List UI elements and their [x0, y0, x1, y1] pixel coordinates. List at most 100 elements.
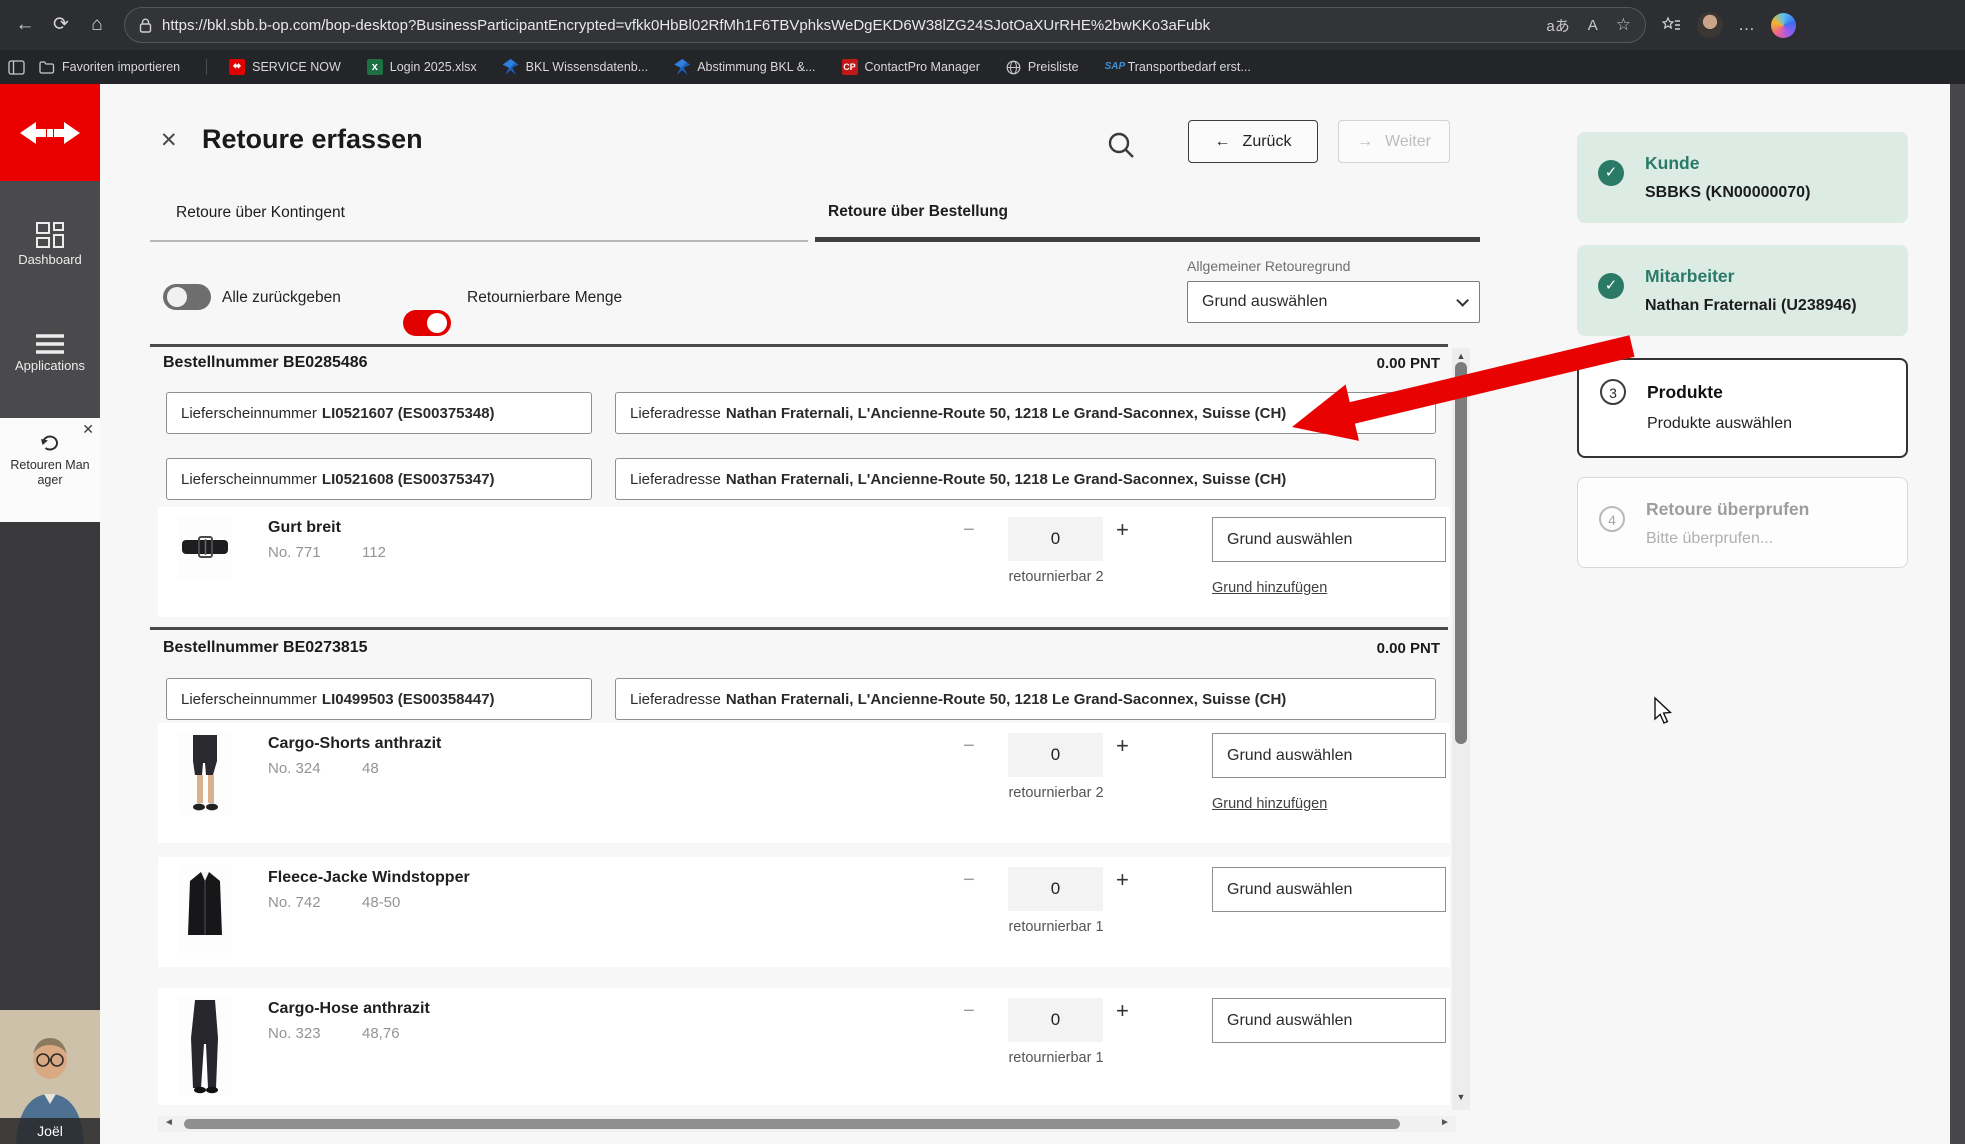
- increase-quantity-button[interactable]: +: [1116, 733, 1129, 759]
- decrease-quantity-button[interactable]: −: [963, 869, 975, 892]
- general-reason-select[interactable]: Grund auswählen: [1187, 281, 1480, 323]
- reason-select[interactable]: Grund auswählen: [1212, 517, 1446, 562]
- section-divider: [150, 344, 1448, 347]
- quantity-input[interactable]: 0: [1008, 998, 1103, 1042]
- close-dialog-icon[interactable]: ✕: [160, 128, 178, 153]
- add-reason-link[interactable]: Grund hinzufügen: [1212, 580, 1327, 596]
- product-title: Cargo-Hose anthrazit: [268, 1000, 430, 1017]
- sidebar-item-label: Dashboard: [18, 252, 82, 267]
- product-number: No. 742: [268, 894, 321, 911]
- quantity-input[interactable]: 0: [1008, 733, 1103, 777]
- delivery-address-button[interactable]: Lieferadresse Nathan Fraternali, L'Ancien…: [615, 458, 1436, 500]
- sidebar-menu: Dashboard Applications: [0, 181, 100, 418]
- scroll-right-icon[interactable]: ►: [1440, 1117, 1450, 1128]
- bookmark-service-now[interactable]: ⬌ SERVICE NOW: [229, 59, 341, 75]
- search-icon[interactable]: [1106, 130, 1136, 160]
- step-kunde[interactable]: ✓ Kunde SBBKS (KN00000070): [1577, 132, 1908, 223]
- increase-quantity-button[interactable]: +: [1116, 998, 1129, 1024]
- belt-product-image: [178, 515, 232, 579]
- decrease-quantity-button[interactable]: −: [963, 1000, 975, 1023]
- tab-panel-icon[interactable]: [8, 59, 25, 75]
- reason-select[interactable]: Grund auswählen: [1212, 867, 1446, 912]
- delivery-note-button[interactable]: Lieferscheinnummer LI0499503 (ES00358447): [166, 678, 592, 720]
- favorite-star-icon[interactable]: ☆: [1616, 15, 1631, 35]
- decrease-quantity-button[interactable]: −: [963, 735, 975, 758]
- reason-select[interactable]: Grund auswählen: [1212, 998, 1446, 1043]
- tab-retoure-bestellung[interactable]: Retoure über Bestellung: [828, 203, 1008, 221]
- sap-favicon: SAP: [1104, 61, 1126, 72]
- close-app-icon[interactable]: ✕: [82, 422, 94, 437]
- reason-select[interactable]: Grund auswählen: [1212, 733, 1446, 778]
- favorites-import-label: Favoriten importieren: [62, 60, 181, 74]
- horizontal-scrollbar[interactable]: ◄ ►: [158, 1116, 1456, 1132]
- address-bar[interactable]: https://bkl.sbb.b-op.com/bop-desktop?Bus…: [124, 7, 1646, 43]
- step-retoure-ueberprufen[interactable]: 4 Retoure überprufen Bitte überprufen...: [1577, 477, 1908, 568]
- toggle-retournierbare-menge[interactable]: [403, 310, 451, 336]
- retouren-label-line2: ager: [37, 473, 63, 487]
- bookmark-label: ContactPro Manager: [864, 60, 980, 74]
- delivery-note-label: Lieferscheinnummer: [181, 404, 317, 422]
- step-title: Produkte: [1647, 382, 1723, 402]
- quantity-input[interactable]: 0: [1008, 517, 1103, 561]
- step-mitarbeiter[interactable]: ✓ Mitarbeiter Nathan Fraternali (U238946…: [1577, 245, 1908, 336]
- user-name-label: Joël: [0, 1118, 100, 1144]
- bookmark-label: Abstimmung BKL &...: [697, 60, 816, 74]
- product-number: No. 324: [268, 760, 321, 777]
- bookmark-login-xlsx[interactable]: x Login 2025.xlsx: [366, 59, 477, 75]
- increase-quantity-button[interactable]: +: [1116, 517, 1129, 543]
- decrease-quantity-button[interactable]: −: [963, 519, 975, 542]
- lock-icon: [139, 18, 152, 33]
- add-reason-link[interactable]: Grund hinzufügen: [1212, 796, 1327, 812]
- home-icon[interactable]: ⌂: [82, 10, 112, 40]
- vertical-scrollbar[interactable]: ▲ ▼: [1452, 348, 1470, 1110]
- delivery-note-button[interactable]: Lieferscheinnummer LI0521608 (ES00375347): [166, 458, 592, 500]
- bookmark-preisliste[interactable]: Preisliste: [1006, 60, 1079, 75]
- return-icon: [41, 435, 58, 451]
- favorites-import-button[interactable]: Favoriten importieren: [39, 60, 180, 74]
- sidebar-item-applications[interactable]: Applications: [0, 333, 100, 373]
- bookmark-abstimmung-bkl[interactable]: Abstimmung BKL &...: [674, 59, 816, 75]
- browser-menu-icon[interactable]: …: [1738, 15, 1756, 35]
- back-icon[interactable]: ←: [10, 10, 40, 40]
- tab-retoure-kontingent[interactable]: Retoure über Kontingent: [176, 204, 345, 222]
- delivery-address-button[interactable]: Lieferadresse Nathan Fraternali, L'Ancien…: [615, 392, 1436, 434]
- collections-icon[interactable]: [1662, 15, 1682, 35]
- bookmark-label: BKL Wissensdatenb...: [525, 60, 649, 74]
- bookmark-contactpro-manager[interactable]: CP ContactPro Manager: [841, 59, 980, 75]
- quantity-input[interactable]: 0: [1008, 867, 1103, 911]
- select-value: Grund auswählen: [1202, 293, 1328, 310]
- translate-icon[interactable]: aあ: [1546, 15, 1569, 36]
- bookmark-label: Preisliste: [1027, 60, 1079, 74]
- sbb-logo: [0, 84, 100, 181]
- next-button[interactable]: → Weiter: [1338, 120, 1450, 163]
- delivery-note-button[interactable]: Lieferscheinnummer LI0521607 (ES00375348): [166, 392, 592, 434]
- step-produkte[interactable]: 3 Produkte Produkte auswählen: [1577, 358, 1908, 458]
- step-number-badge: 3: [1600, 379, 1626, 405]
- sidebar-item-label: Applications: [14, 358, 86, 373]
- back-button[interactable]: ← Zurück: [1188, 120, 1318, 163]
- bookmark-bkl-wissensdatenbank[interactable]: BKL Wissensdatenb...: [502, 59, 649, 75]
- scroll-down-icon[interactable]: ▼: [1452, 1092, 1470, 1102]
- horizontal-scrollbar-thumb[interactable]: [184, 1119, 1400, 1129]
- back-arrow-icon: ←: [1214, 132, 1231, 150]
- scroll-left-icon[interactable]: ◄: [164, 1117, 174, 1128]
- window-edge: [1950, 84, 1965, 1144]
- increase-quantity-button[interactable]: +: [1116, 867, 1129, 893]
- scroll-up-icon[interactable]: ▲: [1452, 351, 1470, 361]
- read-aloud-icon[interactable]: A: [1588, 17, 1598, 34]
- toggle-alle-zurueckgeben[interactable]: [163, 284, 211, 310]
- browser-profile-avatar[interactable]: [1697, 12, 1723, 38]
- sidebar-item-dashboard[interactable]: Dashboard: [0, 221, 100, 267]
- delivery-address-label: Lieferadresse: [630, 404, 721, 422]
- order-points: 0.00 PNT: [1376, 640, 1440, 657]
- delivery-address-button[interactable]: Lieferadresse Nathan Fraternali, L'Ancien…: [615, 678, 1436, 720]
- sidebar-item-retouren-manager[interactable]: ✕ Retouren Man ager: [0, 418, 100, 522]
- refresh-icon[interactable]: ⟳: [46, 10, 76, 40]
- step-subtitle: SBBKS (KN00000070): [1645, 184, 1811, 201]
- vertical-scrollbar-thumb[interactable]: [1455, 362, 1467, 744]
- tab-underline-active: [815, 237, 1480, 242]
- bookmark-transportbedarf[interactable]: SAP Transportbedarf erst...: [1105, 59, 1251, 75]
- copilot-icon[interactable]: [1771, 12, 1796, 38]
- url-text[interactable]: https://bkl.sbb.b-op.com/bop-desktop?Bus…: [162, 17, 1528, 34]
- bookmark-label: Transportbedarf erst...: [1127, 60, 1251, 74]
